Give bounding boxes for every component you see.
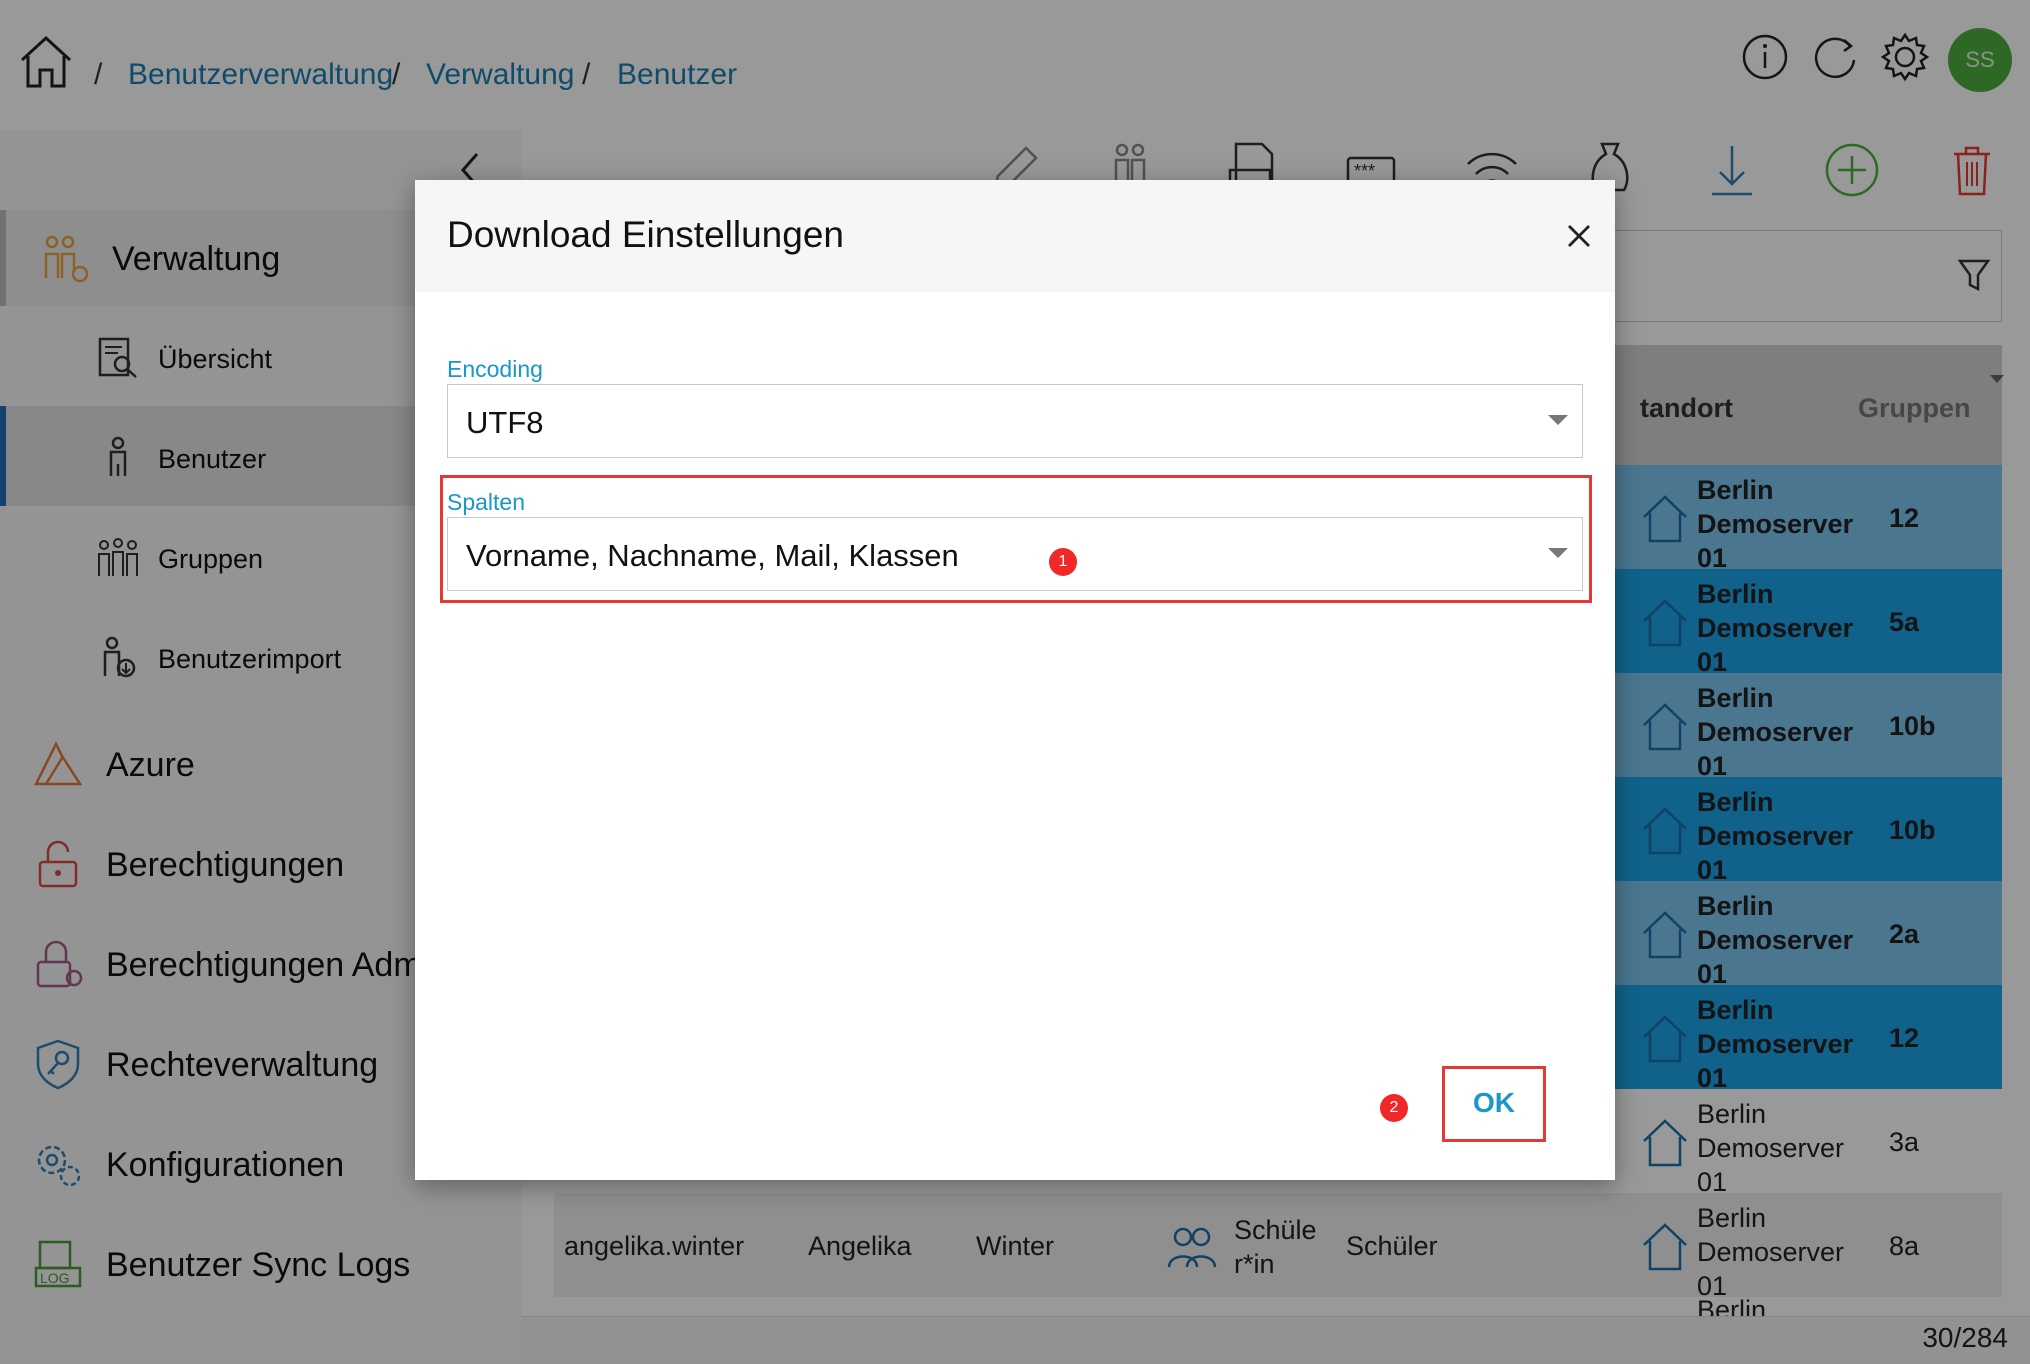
dialog-title: Download Einstellungen (447, 214, 844, 255)
dropdown-caret-icon (1548, 415, 1568, 425)
encoding-value: UTF8 (466, 405, 544, 440)
dialog-header: Download Einstellungen (415, 180, 1615, 292)
encoding-label: Encoding (447, 356, 543, 382)
step-marker-1: 1 (1049, 548, 1077, 576)
close-icon[interactable] (1565, 222, 1593, 250)
ok-button[interactable]: OK (1450, 1072, 1538, 1134)
download-settings-dialog: Download Einstellungen Encoding UTF8 Spa… (415, 180, 1615, 1180)
spalten-label: Spalten (447, 489, 526, 515)
spalten-select[interactable]: Vorname, Nachname, Mail, Klassen (447, 517, 1583, 591)
step-marker-2: 2 (1380, 1094, 1408, 1122)
encoding-select[interactable]: UTF8 (447, 384, 1583, 458)
dropdown-caret-icon (1548, 548, 1568, 558)
spalten-value: Vorname, Nachname, Mail, Klassen (466, 538, 959, 573)
